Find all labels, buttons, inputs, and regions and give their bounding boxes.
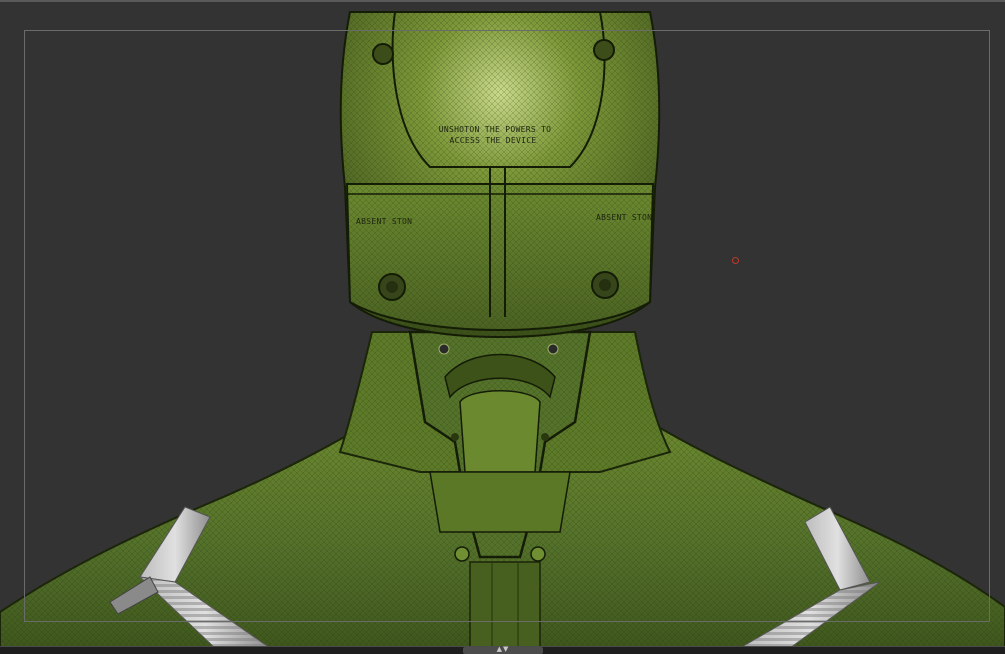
cursor-target-icon [732,257,739,264]
visor-text-left: ABSENT STON [356,217,412,226]
sculpt-model[interactable]: UNSHOTON THE POWERS TO ACCESS THE DEVICE… [0,2,1005,646]
visor-text-right: ABSENT STON [596,213,652,222]
helmet-text-line1: UNSHOTON THE POWERS TO [439,125,552,134]
helmet-text-line2: ACCESS THE DEVICE [450,136,537,145]
3d-viewport[interactable]: UNSHOTON THE POWERS TO ACCESS THE DEVICE… [0,0,1005,646]
expand-arrows-icon[interactable]: ▲▼ [490,645,516,654]
helmet: UNSHOTON THE POWERS TO ACCESS THE DEVICE… [339,11,661,339]
